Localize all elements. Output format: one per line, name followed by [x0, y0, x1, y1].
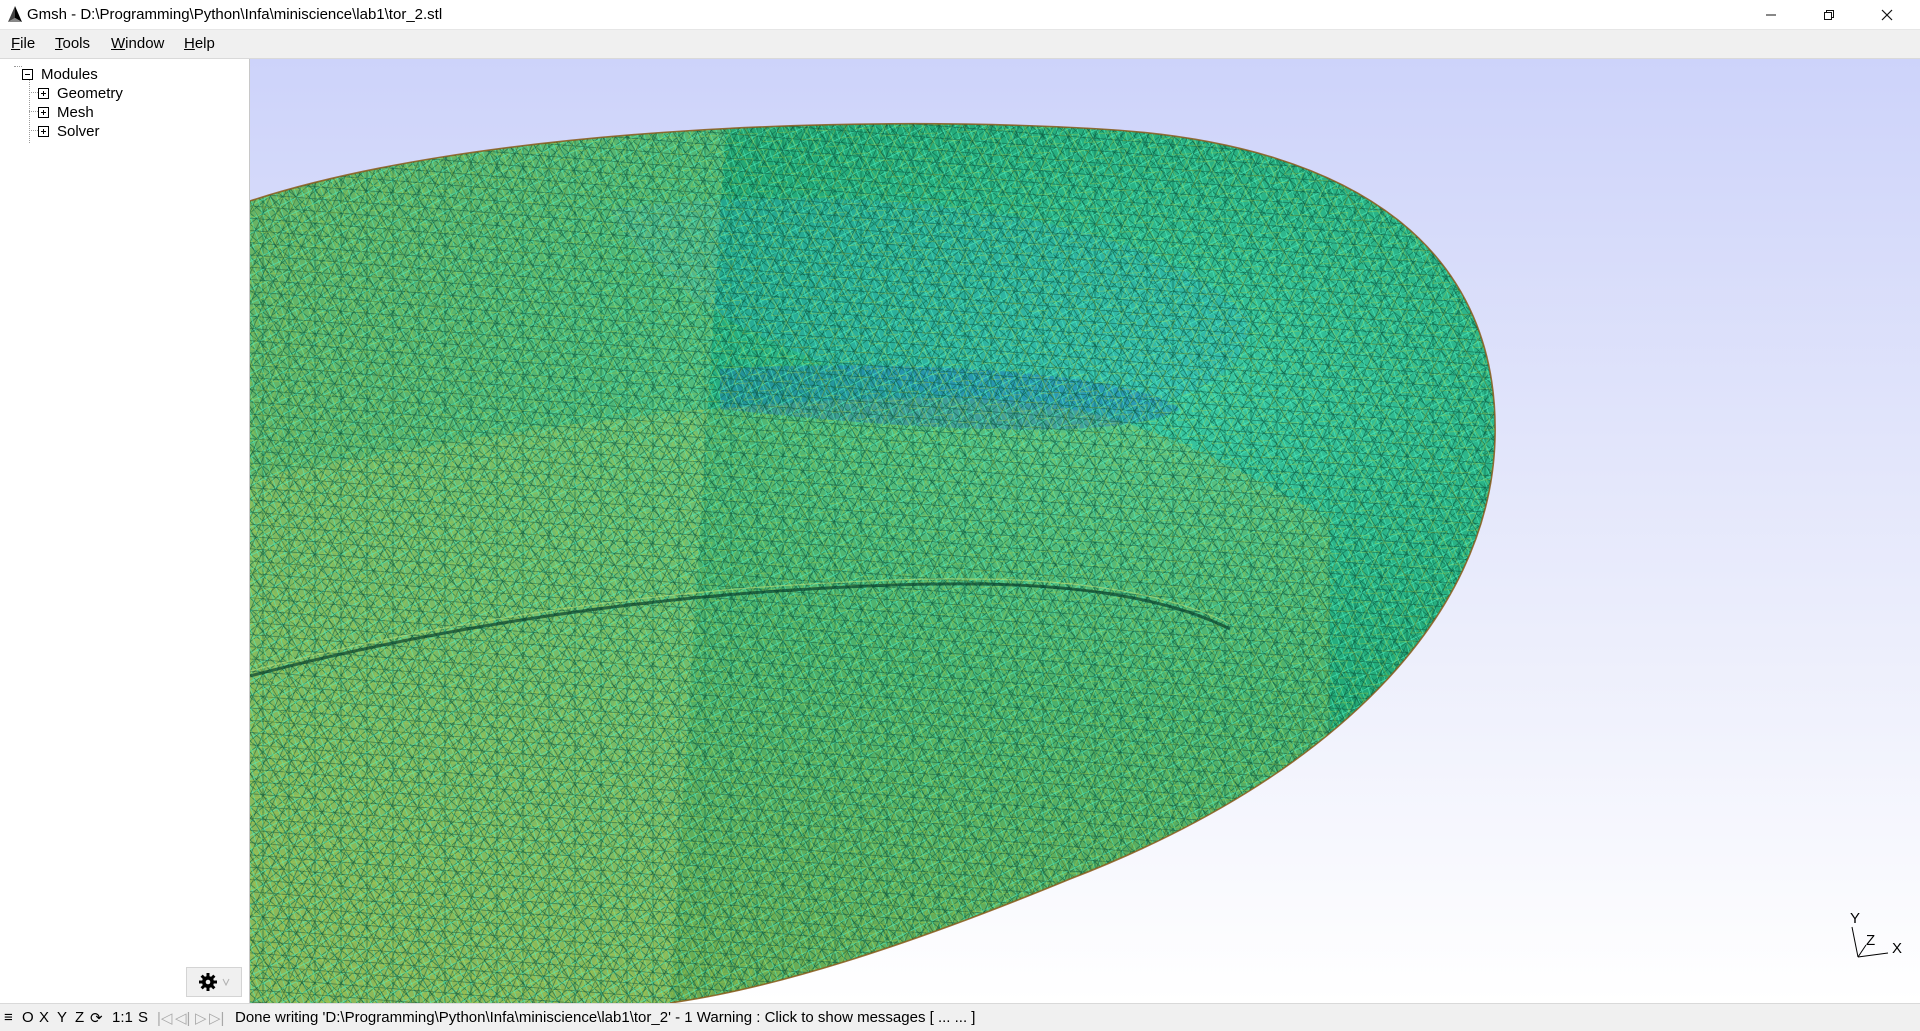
menu-window[interactable]: Window: [111, 35, 164, 52]
close-button[interactable]: [1858, 0, 1916, 29]
tree-item-geometry[interactable]: Geometry: [38, 84, 123, 102]
graphics-viewport[interactable]: Y Z X: [250, 59, 1920, 1003]
menu-toggle-button[interactable]: ≡: [4, 1009, 13, 1026]
tree-connector: [29, 92, 38, 93]
gear-icon: [199, 973, 217, 991]
menu-tools[interactable]: Tools: [55, 35, 90, 52]
axis-x-label: X: [1892, 940, 1902, 957]
options-button[interactable]: [186, 967, 242, 997]
tree-item-label: Mesh: [57, 103, 94, 121]
prev-step-icon[interactable]: ◁|: [175, 1009, 190, 1027]
gmsh-window: Gmsh - D:\Programming\Python\Infa\minisc…: [0, 0, 1920, 1031]
mesh-render: [250, 122, 1496, 1003]
tree-connector: [29, 130, 38, 131]
tree-connector: [29, 73, 30, 143]
menu-help[interactable]: Help: [184, 35, 215, 52]
status-bar: ≡ O X Y Z ⟳ 1:1 S |◁ ◁| ▷ ▷| Done writin…: [0, 1003, 1920, 1031]
view-origin-button[interactable]: O: [22, 1009, 34, 1026]
close-icon: [1881, 9, 1893, 20]
module-tree-panel: Modules Geometry Mesh Solver: [0, 59, 250, 1003]
play-icon[interactable]: ▷: [195, 1009, 207, 1027]
collapse-icon[interactable]: [22, 68, 33, 80]
tree-item-mesh[interactable]: Mesh: [38, 103, 94, 121]
tree-connector: [14, 66, 22, 67]
axis-y-label: Y: [1850, 910, 1860, 927]
tree-item-label: Geometry: [57, 84, 123, 102]
axis-z-label: Z: [1866, 932, 1875, 949]
expand-icon[interactable]: [38, 87, 49, 99]
chevron-down-icon: [222, 978, 230, 986]
scale-button[interactable]: 1:1: [112, 1009, 133, 1026]
rotate-icon[interactable]: ⟳: [90, 1009, 103, 1027]
expand-icon[interactable]: [38, 125, 49, 137]
tree-connector: [29, 111, 38, 112]
select-s-button[interactable]: S: [138, 1009, 148, 1026]
restore-icon: [1824, 9, 1834, 20]
view-z-button[interactable]: Z: [75, 1009, 84, 1026]
view-x-button[interactable]: X: [39, 1009, 49, 1026]
status-message[interactable]: Done writing 'D:\Programming\Python\Infa…: [235, 1009, 975, 1026]
first-step-icon[interactable]: |◁: [157, 1009, 172, 1027]
expand-icon[interactable]: [38, 106, 49, 118]
minimize-button[interactable]: [1742, 0, 1800, 29]
gmsh-logo-icon: [8, 6, 22, 22]
last-step-icon[interactable]: ▷|: [209, 1009, 224, 1027]
menu-bar: File Tools Window Help: [0, 30, 1920, 59]
menu-file[interactable]: File: [11, 35, 35, 52]
torus-mesh: [250, 123, 1496, 1003]
minimize-icon: [1766, 14, 1776, 15]
axes-indicator: Y Z X: [1850, 910, 1902, 958]
tree-item-label: Modules: [41, 65, 98, 83]
tree-item-modules[interactable]: Modules: [22, 65, 98, 83]
window-title: Gmsh - D:\Programming\Python\Infa\minisc…: [27, 6, 443, 23]
title-bar[interactable]: Gmsh - D:\Programming\Python\Infa\minisc…: [0, 0, 1920, 30]
restore-button[interactable]: [1800, 0, 1858, 29]
view-y-button[interactable]: Y: [57, 1009, 67, 1026]
tree-item-label: Solver: [57, 122, 100, 140]
tree-item-solver[interactable]: Solver: [38, 122, 100, 140]
